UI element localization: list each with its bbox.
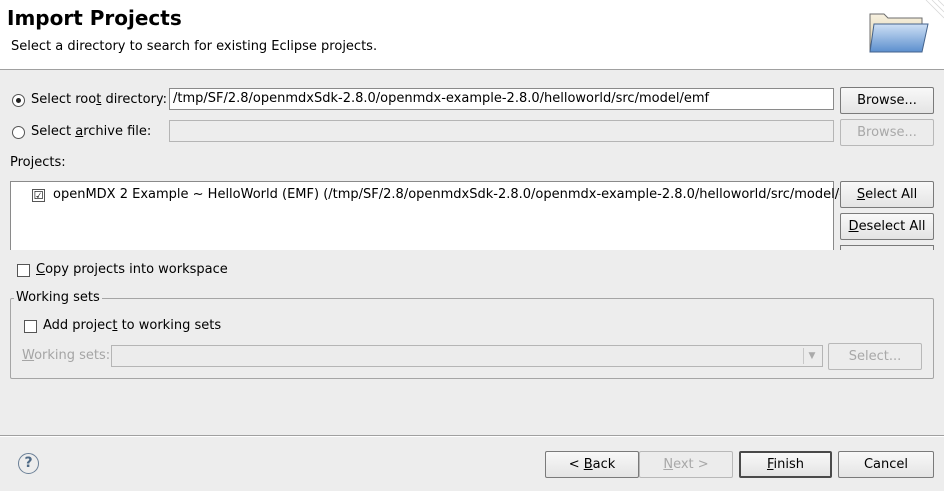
refresh-button-partial[interactable] (840, 245, 934, 250)
folder-icon (869, 0, 944, 53)
help-icon[interactable]: ? (18, 453, 39, 474)
copy-into-workspace-label: Copy projects into workspace (36, 262, 228, 277)
archive-file-label: Select archive file: (31, 124, 152, 139)
wizard-header: Import Projects Select a directory to se… (0, 0, 944, 70)
working-sets-group: Working sets Add project to working sets… (10, 290, 934, 379)
add-to-working-sets-label: Add project to working sets (43, 318, 222, 333)
project-checkbox[interactable]: ☑ (32, 189, 45, 202)
finish-button[interactable]: Finish (739, 451, 832, 478)
projects-list[interactable]: ☑ openMDX 2 Example ~ HelloWorld (EMF) (… (10, 181, 869, 250)
cancel-button[interactable]: Cancel (838, 451, 934, 478)
project-list-item[interactable]: ☑ openMDX 2 Example ~ HelloWorld (EMF) (… (11, 186, 869, 206)
chevron-down-icon[interactable]: ▼ (803, 348, 820, 364)
copy-into-workspace-checkbox[interactable] (17, 264, 30, 277)
archive-file-input[interactable] (169, 120, 834, 142)
working-sets-combo[interactable]: ▼ (111, 345, 823, 367)
back-button[interactable]: < Back (545, 451, 639, 478)
next-button[interactable]: Next > (639, 451, 733, 478)
footer-separator (0, 435, 944, 437)
browse-root-button[interactable]: Browse... (840, 87, 934, 114)
working-sets-group-title: Working sets (14, 290, 102, 305)
root-directory-radio[interactable] (12, 94, 25, 107)
select-all-button[interactable]: Select All (840, 181, 934, 208)
page-title: Import Projects (7, 6, 182, 30)
project-label: openMDX 2 Example ~ HelloWorld (EMF) (/t… (53, 187, 870, 202)
archive-file-radio[interactable] (12, 126, 25, 139)
select-working-sets-button[interactable]: Select... (828, 343, 922, 370)
projects-label: Projects: (10, 155, 66, 170)
page-description: Select a directory to search for existin… (11, 39, 378, 54)
root-directory-label: Select root directory: (31, 92, 168, 107)
add-to-working-sets-checkbox[interactable] (24, 320, 37, 333)
deselect-all-button[interactable]: Deselect All (840, 213, 934, 240)
working-sets-label: Working sets: (22, 348, 111, 363)
root-directory-input[interactable]: /tmp/SF/2.8/openmdxSdk-2.8.0/openmdx-exa… (169, 88, 834, 110)
browse-archive-button[interactable]: Browse... (840, 119, 934, 146)
